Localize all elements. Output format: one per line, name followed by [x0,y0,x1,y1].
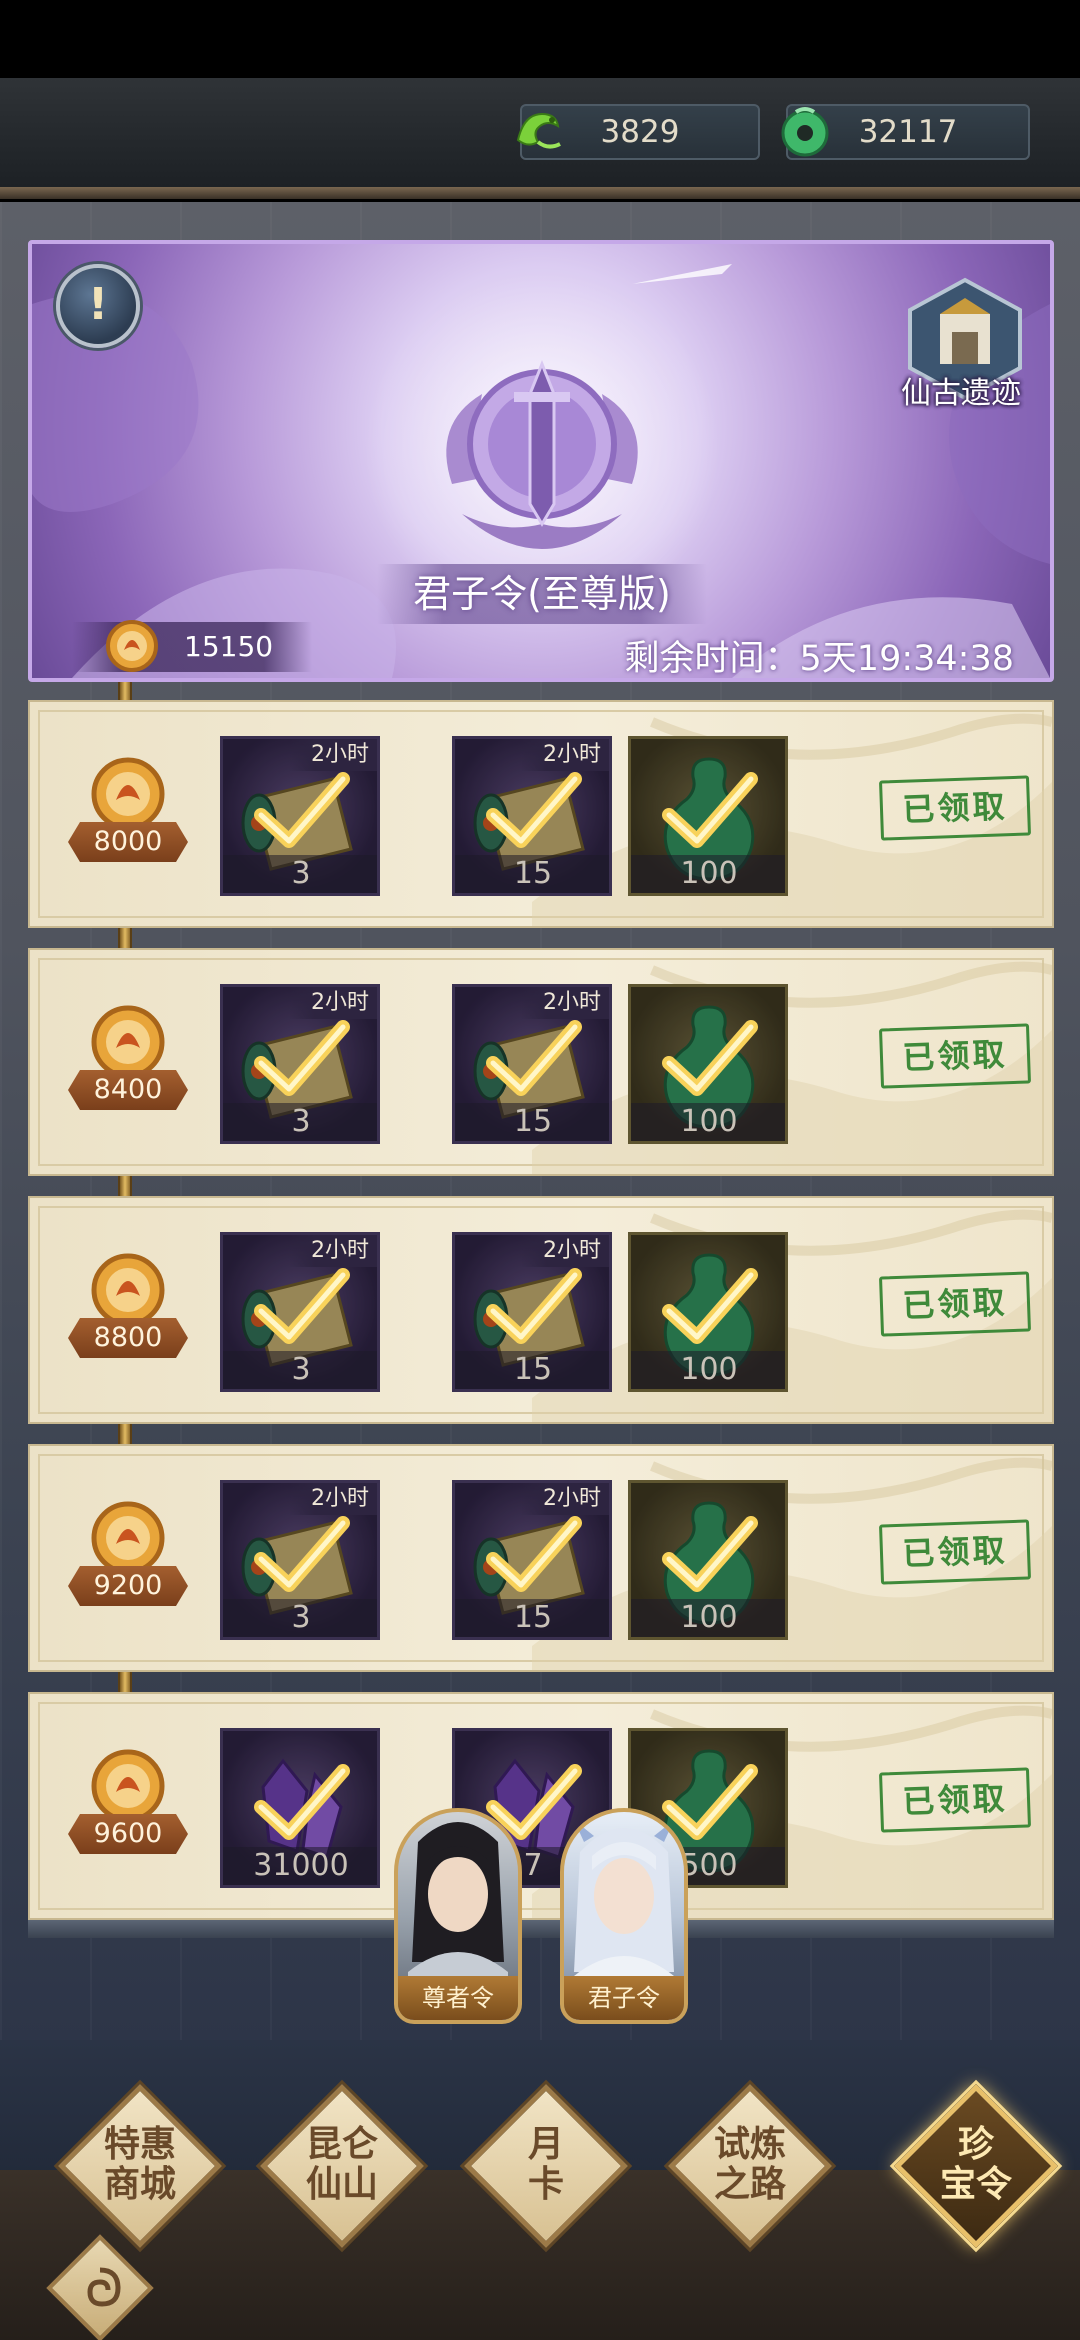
checkmark-icon [662,1268,758,1344]
reward-row: 8400 2小时 3 2小时 15 100 已领取 [28,948,1054,1176]
reward-item[interactable]: 31000 [220,1728,380,1888]
reward-item[interactable]: 2小时 3 [220,1232,380,1392]
reward-row: 9600 31000 7 500 已领取 [28,1692,1054,1920]
pass-banner: ! 君子令(至尊版) 仙古遗迹 15150 剩余时间：5天19:34:38 [28,240,1054,682]
dragon-jade-value: 3829 [600,114,680,150]
milestone-value: 9600 [68,1814,188,1854]
claimed-stamp: 已领取 [878,1023,1032,1089]
checkmark-icon [662,1020,758,1096]
claimed-stamp: 已领取 [878,775,1032,841]
ancient-ruins-label[interactable]: 仙古遗迹 [886,368,1036,412]
pass-card-zunzhe[interactable]: 尊者令 [394,1808,522,2024]
reward-item[interactable]: 2小时 3 [220,984,380,1144]
reward-item[interactable]: 100 [628,1480,788,1640]
claimed-stamp: 已领取 [878,1519,1032,1585]
reward-row: 9200 2小时 3 2小时 15 100 已领取 [28,1444,1054,1672]
claimed-stamp: 已领取 [878,1767,1032,1833]
milestone-value: 9200 [68,1566,188,1606]
gold-token-icon [106,620,158,672]
points-value: 15150 [184,630,274,663]
reward-row: 8000 2小时 3 2小时 15 100 已领取 [28,700,1054,928]
reward-item[interactable]: 100 [628,736,788,896]
milestone-marker: 8800 [68,1250,188,1374]
reward-item[interactable]: 2小时 3 [220,1480,380,1640]
checkmark-icon [254,772,350,848]
reward-item[interactable]: 100 [628,984,788,1144]
milestone-marker: 9200 [68,1498,188,1622]
nav-monthly-card[interactable]: 月卡 [463,2083,629,2249]
pass-emblem-icon [446,359,638,549]
jade-coin-value: 32117 [858,114,958,150]
checkmark-icon [254,1516,350,1592]
nav-return-button[interactable] [46,2234,154,2340]
nav-label: 昆仑 仙山 [305,2123,378,2205]
reward-item[interactable]: 2小时 15 [452,1480,612,1640]
nav-label: 珍宝令 [939,2123,1012,2205]
checkmark-icon [254,1764,350,1840]
checkmark-icon [662,1516,758,1592]
checkmark-icon [486,1516,582,1592]
checkmark-icon [254,1020,350,1096]
milestone-marker: 8000 [68,754,188,878]
reward-item[interactable]: 2小时 15 [452,736,612,896]
points-display: 15150 [72,620,312,672]
milestone-marker: 9600 [68,1746,188,1870]
top-bar: 3829 32117 [0,78,1080,199]
pass-card-label: 君子令 [564,1976,684,2020]
nav-label: 特惠 商城 [103,2123,176,2205]
list-bottom-edge [28,1920,1054,1938]
pass-card-junzi[interactable]: 君子令 [560,1808,688,2024]
claimed-stamp: 已领取 [878,1271,1032,1337]
nav-label: 试炼 之路 [713,2123,786,2205]
pass-title: 君子令(至尊版) [377,564,707,624]
nav-label: 月卡 [527,2123,564,2205]
remaining-time: 剩余时间：5天19:34:38 [624,639,1014,679]
milestone-value: 8800 [68,1318,188,1358]
status-bar [0,0,1080,78]
reward-item[interactable]: 2小时 15 [452,984,612,1144]
nav-trial-road[interactable]: 试炼 之路 [667,2083,833,2249]
nav-kunlun-mountain[interactable]: 昆仑 仙山 [259,2083,425,2249]
reward-row: 8800 2小时 3 2小时 15 100 已领取 [28,1196,1054,1424]
dragon-jade-counter[interactable]: 3829 [516,104,760,160]
checkmark-icon [486,1268,582,1344]
nav-treasure-pass[interactable]: 珍宝令 [893,2083,1059,2249]
info-button[interactable]: ! [56,264,140,348]
swirl-return-icon [87,2267,121,2307]
milestone-value: 8400 [68,1070,188,1110]
checkmark-icon [486,1020,582,1096]
checkmark-icon [662,772,758,848]
jade-coin-counter[interactable]: 32117 [781,104,1030,160]
milestone-marker: 8400 [68,1002,188,1126]
nav-special-shop[interactable]: 特惠 商城 [57,2083,223,2249]
checkmark-icon [486,772,582,848]
pass-card-label: 尊者令 [398,1976,518,2020]
reward-item[interactable]: 2小时 15 [452,1232,612,1392]
reward-item[interactable]: 100 [628,1232,788,1392]
reward-item[interactable]: 2小时 3 [220,736,380,896]
checkmark-icon [254,1268,350,1344]
milestone-value: 8000 [68,822,188,862]
